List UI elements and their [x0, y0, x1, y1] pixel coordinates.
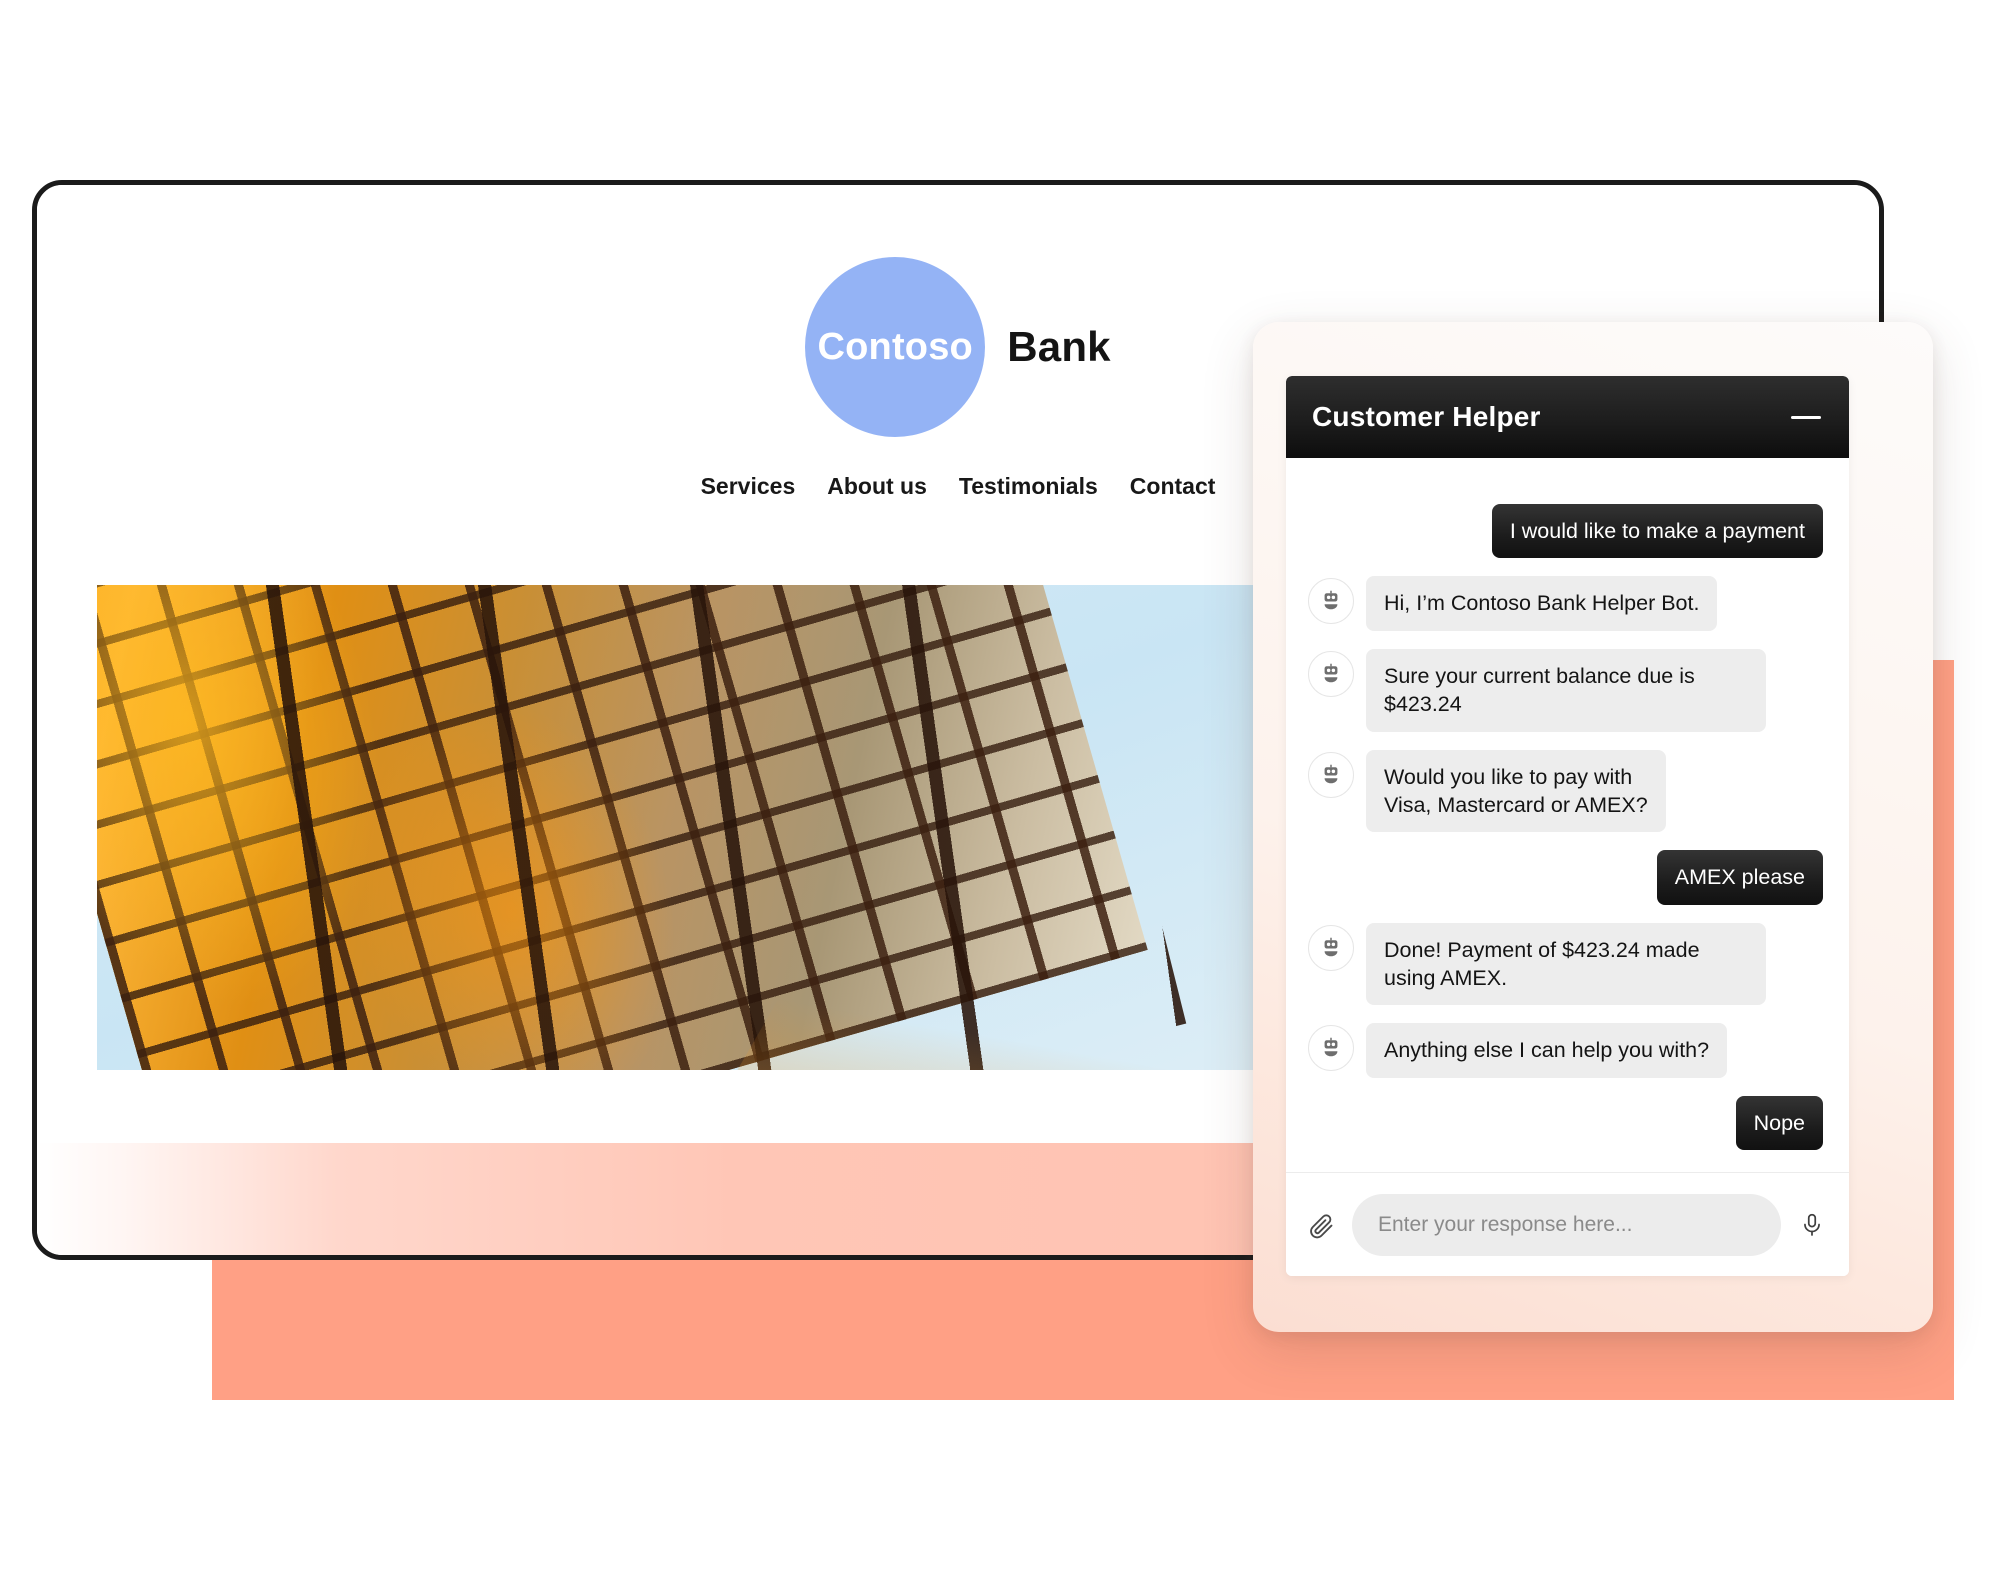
logo-word-text: Bank — [1007, 323, 1111, 370]
chat-header: Customer Helper — [1286, 376, 1849, 458]
logo-circle-badge: Contoso — [805, 257, 986, 437]
chat-message-row: Hi, I’m Contoso Bank Helper Bot. — [1308, 576, 1823, 631]
robot-avatar-icon — [1308, 1025, 1354, 1072]
logo-badge-text: Contoso — [817, 325, 973, 368]
microphone-icon[interactable] — [1795, 1208, 1829, 1242]
nav-item-contact[interactable]: Contact — [1130, 473, 1216, 500]
chat-message-row: AMEX please — [1308, 850, 1823, 905]
user-message-bubble: I would like to make a payment — [1491, 504, 1823, 559]
chat-message-row: Anything else I can help you with? — [1308, 1023, 1823, 1078]
chat-title: Customer Helper — [1312, 401, 1541, 432]
user-message-bubble: Nope — [1735, 1095, 1823, 1151]
nav-item-about-us[interactable]: About us — [827, 473, 927, 500]
bot-message-bubble: Would you like to pay with Visa, Masterc… — [1366, 749, 1666, 833]
bot-message-bubble: Sure your current balance due is $423.24 — [1366, 648, 1766, 732]
user-message-bubble: AMEX please — [1656, 850, 1823, 905]
chat-response-input[interactable] — [1352, 1193, 1781, 1256]
chat-widget-card: Customer Helper I would like to make a p… — [1253, 322, 1933, 1332]
robot-avatar-icon — [1308, 650, 1354, 697]
site-logo[interactable]: Contoso Bank — [805, 257, 1111, 437]
chat-message-row: Would you like to pay with Visa, Masterc… — [1308, 749, 1823, 833]
chat-window: Customer Helper I would like to make a p… — [1286, 376, 1849, 1276]
nav-item-testimonials[interactable]: Testimonials — [959, 473, 1098, 500]
robot-avatar-icon — [1308, 924, 1354, 971]
bot-message-bubble: Done! Payment of $423.24 made using AMEX… — [1366, 922, 1766, 1006]
minimize-icon[interactable] — [1791, 415, 1821, 419]
chat-input-area — [1286, 1172, 1849, 1276]
robot-avatar-icon — [1308, 578, 1354, 625]
robot-avatar-icon — [1308, 751, 1354, 798]
bot-message-bubble: Anything else I can help you with? — [1366, 1023, 1728, 1078]
paperclip-icon[interactable] — [1304, 1208, 1338, 1242]
chat-message-row: Done! Payment of $423.24 made using AMEX… — [1308, 922, 1823, 1006]
chat-message-row: Nope — [1308, 1095, 1823, 1151]
nav-item-services[interactable]: Services — [701, 473, 796, 500]
site-navigation: Services About us Testimonials Contact — [701, 473, 1216, 500]
chat-message-list: I would like to make a payment Hi, I’m C… — [1286, 458, 1849, 1172]
chat-message-row: Sure your current balance due is $423.24 — [1308, 648, 1823, 732]
screenshot-stage: Contoso Bank Services About us Testimoni… — [0, 0, 2000, 1590]
chat-message-row: I would like to make a payment — [1308, 504, 1823, 559]
bot-message-bubble: Hi, I’m Contoso Bank Helper Bot. — [1366, 576, 1718, 631]
